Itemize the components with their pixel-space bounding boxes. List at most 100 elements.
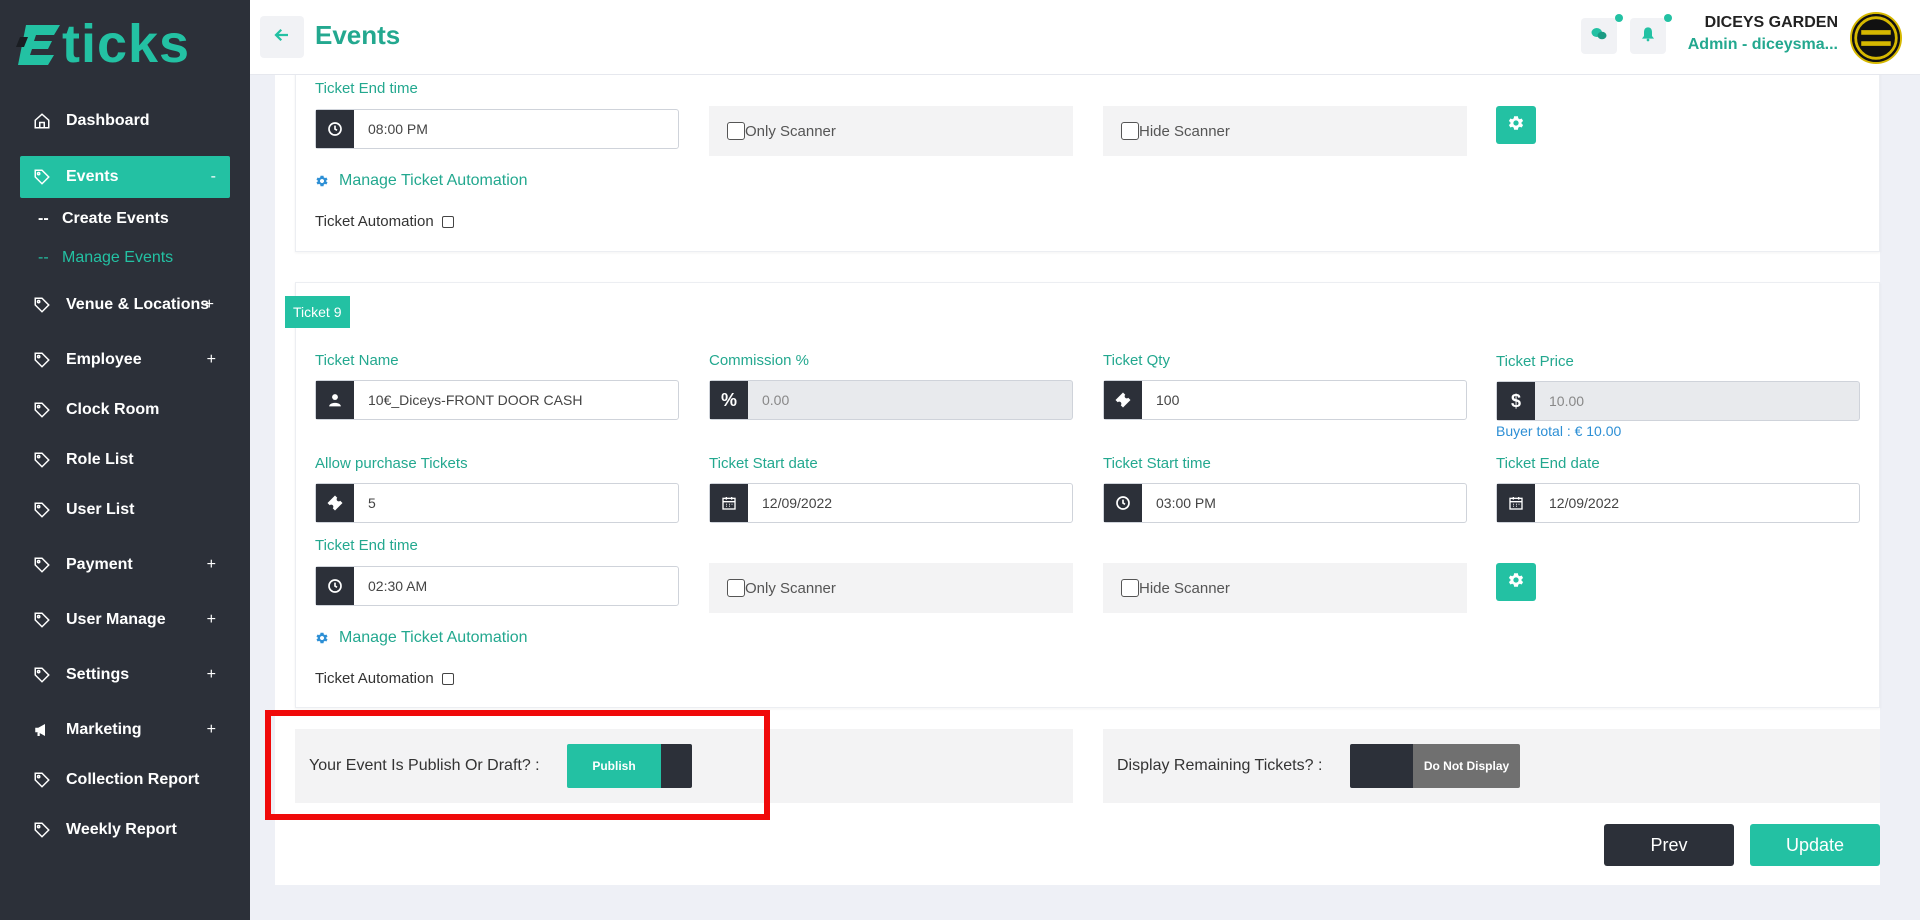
start-time-field[interactable]: 03:00 PM: [1103, 483, 1467, 523]
sidebar-item-user-manage[interactable]: User Manage +: [20, 599, 230, 641]
checkbox-label: Only Scanner: [745, 122, 836, 140]
start-date-field[interactable]: 12/09/2022: [709, 483, 1073, 523]
ticket-name-label: Ticket Name: [315, 352, 399, 369]
prev-button[interactable]: Prev: [1604, 824, 1734, 866]
subitem-label: Create Events: [62, 210, 169, 227]
ticket8-automation: Ticket Automation: [315, 213, 454, 230]
sidebar-item-payment[interactable]: Payment +: [20, 544, 230, 586]
commission-label: Commission %: [709, 352, 810, 369]
ticket8-end-time-field[interactable]: 08:00 PM: [315, 109, 679, 149]
sidebar-item-collection-report[interactable]: Collection Report: [20, 759, 230, 801]
checkbox-label: Only Scanner: [745, 579, 836, 597]
tag-icon: [32, 295, 52, 315]
field-value: 5: [368, 495, 376, 511]
expand-toggle[interactable]: +: [207, 721, 216, 739]
field-value: 03:00 PM: [1156, 495, 1216, 511]
ticket-name-field[interactable]: 10€_Diceys-FRONT DOOR CASH: [315, 380, 679, 420]
field-value: 0.00: [762, 392, 790, 408]
avatar[interactable]: [1850, 12, 1902, 64]
gear-icon: [315, 174, 329, 188]
collapse-toggle[interactable]: -: [211, 168, 216, 186]
ticket9-manage-automation-link[interactable]: Manage Ticket Automation: [315, 629, 528, 647]
sidebar-item-settings[interactable]: Settings +: [20, 654, 230, 696]
expand-toggle[interactable]: +: [207, 556, 216, 574]
remaining-toggle-label: Do Not Display: [1413, 744, 1520, 788]
checkbox[interactable]: [727, 579, 745, 597]
sidebar-item-label: Settings: [66, 666, 130, 683]
checkbox-label: Hide Scanner: [1139, 122, 1230, 140]
sidebar-item-user-list[interactable]: User List: [20, 489, 230, 531]
sidebar-item-employee[interactable]: Employee +: [20, 339, 230, 381]
sidebar-item-events[interactable]: Events -: [20, 156, 230, 198]
subitem-label: Manage Events: [62, 249, 174, 266]
sidebar: ticks Dashboard Events - -- Create Event…: [0, 0, 250, 920]
expand-toggle[interactable]: +: [207, 351, 216, 369]
link-label: Manage Ticket Automation: [339, 172, 528, 189]
calendar-icon: [1497, 484, 1535, 522]
sidebar-item-label: Role List: [66, 451, 134, 468]
expand-toggle[interactable]: +: [207, 666, 216, 684]
allow-purchase-field[interactable]: 5: [315, 483, 679, 523]
chat-button[interactable]: [1581, 14, 1623, 54]
notification-dot: [1615, 14, 1623, 22]
calendar-icon: [710, 484, 748, 522]
sidebar-item-label: User Manage: [66, 611, 166, 628]
clock-icon: [1104, 484, 1142, 522]
sidebar-item-weekly-report[interactable]: Weekly Report: [20, 809, 230, 851]
ticket8-settings-button[interactable]: [1496, 106, 1536, 144]
checkbox[interactable]: [1121, 579, 1139, 597]
start-time-label: Ticket Start time: [1103, 455, 1211, 472]
sidebar-item-clock-room[interactable]: Clock Room: [20, 389, 230, 431]
user-role: Admin - diceysma...: [1687, 36, 1838, 53]
back-button[interactable]: [260, 16, 304, 58]
tag-icon: [32, 500, 52, 520]
ticket-qty-field[interactable]: 100: [1103, 380, 1467, 420]
ticket-qty-label: Ticket Qty: [1103, 352, 1170, 369]
sidebar-item-marketing[interactable]: Marketing +: [20, 709, 230, 751]
chat-icon: [1590, 25, 1608, 48]
subitem-prefix: --: [38, 249, 49, 266]
ticket8-manage-automation-link[interactable]: Manage Ticket Automation: [315, 172, 528, 190]
ticket9-settings-button[interactable]: [1496, 563, 1536, 601]
ticket8-hide-scanner[interactable]: Hide Scanner: [1103, 106, 1467, 156]
remaining-toggle[interactable]: Do Not Display: [1350, 744, 1520, 788]
tag-icon: [32, 400, 52, 420]
link-label: Manage Ticket Automation: [339, 629, 528, 646]
tag-icon: [32, 555, 52, 575]
automation-label: Ticket Automation: [315, 670, 434, 687]
field-value: 08:00 PM: [368, 121, 428, 137]
gear-icon: [1507, 571, 1525, 594]
highlight-box: [265, 710, 770, 820]
remaining-label: Display Remaining Tickets? :: [1117, 757, 1323, 774]
sidebar-item-label: Collection Report: [66, 771, 200, 788]
ticket-price-field[interactable]: $ 10.00: [1496, 381, 1860, 421]
sidebar-item-venue-locations[interactable]: Venue & Locations +: [20, 284, 230, 326]
checkbox[interactable]: [1121, 122, 1139, 140]
expand-toggle[interactable]: +: [207, 611, 216, 629]
sidebar-item-dashboard[interactable]: Dashboard: [20, 100, 230, 142]
commission-field[interactable]: % 0.00: [709, 380, 1073, 420]
end-time-field[interactable]: 02:30 AM: [315, 566, 679, 606]
sidebar-subitem-manage-events[interactable]: -- Manage Events: [38, 249, 173, 267]
field-value: 12/09/2022: [762, 495, 833, 511]
checkbox[interactable]: [727, 122, 745, 140]
automation-checkbox[interactable]: [441, 672, 454, 685]
ticket8-only-scanner[interactable]: Only Scanner: [709, 106, 1073, 156]
sidebar-item-label: Employee: [66, 351, 142, 368]
arrow-left-icon: [273, 26, 291, 49]
clock-icon: [316, 567, 354, 605]
ticket9-only-scanner[interactable]: Only Scanner: [709, 563, 1073, 613]
sidebar-subitem-create-events[interactable]: -- Create Events: [38, 210, 169, 228]
ticket-icon: [316, 484, 354, 522]
ticket9-hide-scanner[interactable]: Hide Scanner: [1103, 563, 1467, 613]
automation-label: Ticket Automation: [315, 213, 434, 230]
automation-checkbox[interactable]: [441, 215, 454, 228]
tag-icon: [32, 820, 52, 840]
update-button[interactable]: Update: [1750, 824, 1880, 866]
end-date-field[interactable]: 12/09/2022: [1496, 483, 1860, 523]
brand-logo[interactable]: ticks: [14, 14, 190, 74]
tag-icon: [32, 167, 52, 187]
sidebar-item-role-list[interactable]: Role List: [20, 439, 230, 481]
ticket-icon: [1104, 381, 1142, 419]
expand-toggle[interactable]: +: [205, 296, 214, 314]
